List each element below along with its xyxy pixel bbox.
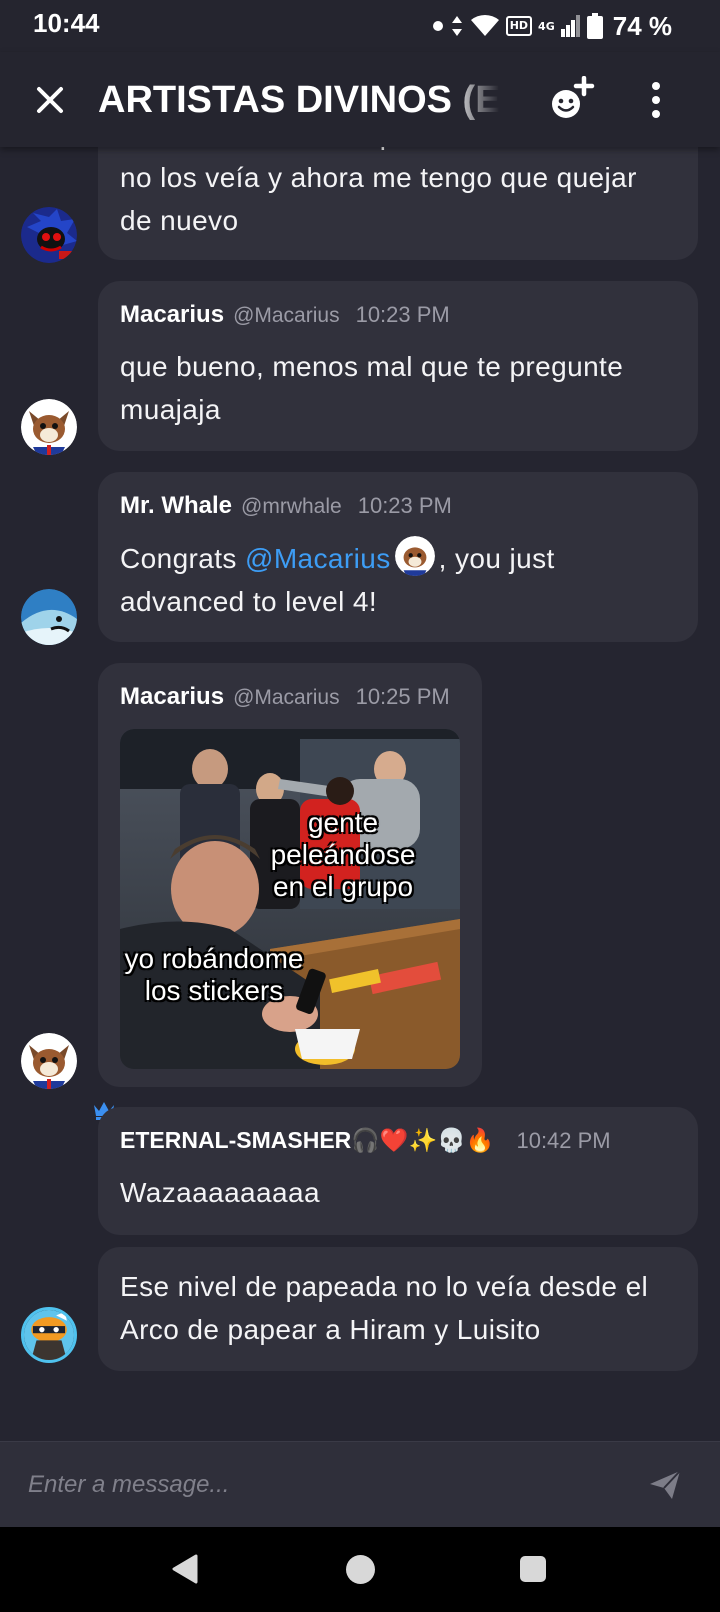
- notification-dot-icon: [432, 20, 444, 32]
- more-vertical-icon: [652, 82, 660, 118]
- message-author[interactable]: Mr. Whale: [120, 492, 232, 520]
- message-meta: Macarius @Macarius 10:25 PM: [120, 683, 450, 711]
- title-fade: [448, 74, 508, 126]
- message-text: que bueno, menos mal que te pregunte mua…: [120, 351, 624, 425]
- avatar[interactable]: [21, 1033, 77, 1089]
- more-options-button[interactable]: [640, 78, 672, 122]
- message-composer: [0, 1441, 720, 1527]
- message-time: 10:42 PM: [516, 1128, 611, 1153]
- mention-avatar: [394, 536, 435, 576]
- message-list[interactable]: Estaba re contento que desde hace rato n…: [0, 147, 720, 1441]
- message-author[interactable]: Macarius: [120, 301, 224, 329]
- nav-recents-button[interactable]: [520, 1556, 546, 1582]
- add-member-button[interactable]: [548, 75, 602, 122]
- close-icon: [37, 87, 63, 113]
- avatar[interactable]: [21, 207, 77, 263]
- hd-badge: HD: [505, 16, 533, 36]
- avatar-whale: [21, 589, 77, 645]
- message-handle: @Macarius: [233, 686, 340, 709]
- chat-title-wrap[interactable]: ARTISTAS DIVINOS (E: [98, 74, 508, 126]
- message-handle: @Macarius: [233, 304, 340, 327]
- avatar-fox: [21, 1033, 77, 1089]
- system-nav-bar: [0, 1527, 720, 1612]
- user-mention[interactable]: @Macarius: [245, 543, 391, 574]
- message-text: Estaba re contento que desde hace rato n…: [120, 147, 637, 236]
- data-arrows-icon: [450, 14, 464, 38]
- meme-caption-top: gente peleándose en el grupo: [270, 807, 416, 902]
- message-bubble[interactable]: Macarius @Macarius 10:23 PM que bueno, m…: [98, 281, 698, 451]
- battery-icon: [586, 13, 603, 39]
- avatar[interactable]: [21, 589, 77, 645]
- status-time: 10:44: [33, 8, 100, 38]
- message-text: Congrats @Macarius, you just advanced to…: [120, 536, 680, 623]
- message-author[interactable]: Macarius: [120, 683, 224, 711]
- message-meta: ETERNAL-SMASHER🎧❤️✨💀🔥 10:42 PM: [120, 1127, 611, 1154]
- message-meta: Mr. Whale @mrwhale 10:23 PM: [120, 492, 452, 520]
- message-text: Wazaaaaaaaaa: [120, 1177, 320, 1208]
- message-bubble[interactable]: Macarius @Macarius 10:25 PM gente peleán…: [98, 663, 482, 1087]
- send-button[interactable]: [648, 1468, 682, 1502]
- avatar[interactable]: [21, 1307, 77, 1363]
- status-bar: 10:44 HD 4G 74 %: [0, 0, 720, 52]
- nav-back-button[interactable]: [172, 1554, 198, 1588]
- avatar-fox: [21, 399, 77, 455]
- signal-icon: [560, 15, 581, 37]
- message-text: Ese nivel de papeada no lo veía desde el…: [120, 1271, 649, 1345]
- chat-title: ARTISTAS DIVINOS (E: [98, 79, 501, 121]
- add-member-icon: [552, 75, 595, 118]
- avatar-sonic-exe: [21, 207, 77, 263]
- meme-caption-bottom: yo robándome los stickers: [124, 943, 304, 1006]
- close-button[interactable]: [30, 80, 70, 120]
- message-time: 10:25 PM: [355, 684, 450, 709]
- message-bubble[interactable]: Ese nivel de papeada no lo veía desde el…: [98, 1247, 698, 1371]
- back-triangle-icon: [172, 1554, 198, 1584]
- message-bubble[interactable]: Estaba re contento que desde hace rato n…: [98, 147, 698, 260]
- message-bubble[interactable]: ETERNAL-SMASHER🎧❤️✨💀🔥 10:42 PM Wazaaaaaa…: [98, 1107, 698, 1235]
- status-icons: HD 4G 74 %: [432, 10, 672, 42]
- meme-image[interactable]: gente peleándose en el grupo yo robándom…: [120, 729, 460, 1069]
- message-meta: Macarius @Macarius 10:23 PM: [120, 301, 450, 329]
- send-icon: [650, 1470, 681, 1499]
- nav-home-button[interactable]: [346, 1555, 375, 1584]
- message-time: 10:23 PM: [357, 493, 452, 518]
- network-type-label: 4G: [538, 19, 555, 33]
- wifi-icon: [470, 14, 500, 38]
- message-input[interactable]: [28, 1460, 618, 1510]
- avatar-raccoon: [24, 1310, 74, 1360]
- battery-percent: 74 %: [612, 10, 672, 41]
- message-bubble[interactable]: Mr. Whale @mrwhale 10:23 PM Congrats @Ma…: [98, 472, 698, 642]
- message-author[interactable]: ETERNAL-SMASHER🎧❤️✨💀🔥: [120, 1127, 494, 1154]
- message-time: 10:23 PM: [355, 302, 450, 327]
- message-handle: @mrwhale: [241, 495, 342, 518]
- avatar[interactable]: [21, 399, 77, 455]
- chat-header: ARTISTAS DIVINOS (E: [0, 52, 720, 147]
